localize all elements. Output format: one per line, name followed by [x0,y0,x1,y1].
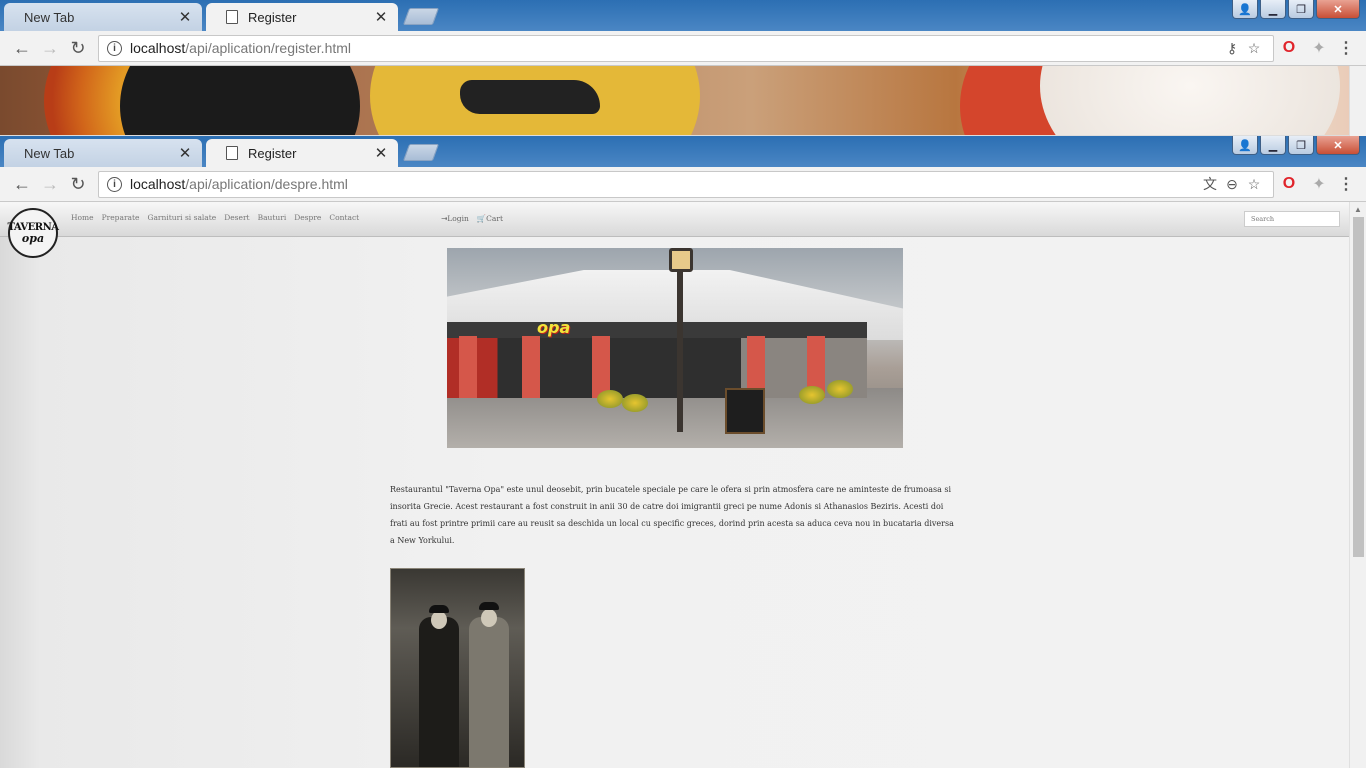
scroll-up-icon[interactable]: ▲ [1354,205,1362,214]
close-tab-icon[interactable]: ✕ [178,144,192,162]
tab-strip: New Tab ✕ Register ✕ 👤 ▁ ❐ ✕ [0,0,1366,31]
tab-title: Register [248,145,297,161]
tab-register[interactable]: Register ✕ [206,3,398,31]
browser-window-front: New Tab ✕ Register ✕ 👤 ▁ ❐ ✕ ← → ↻ i loc… [0,136,1366,768]
nav-links: Home Preparate Garnituri si salate Deser… [71,213,359,222]
close-tab-icon[interactable]: ✕ [374,144,388,162]
info-icon[interactable]: i [107,40,122,56]
star-icon[interactable]: ☆ [1243,176,1265,193]
cart-icon: 🛒 [476,214,487,223]
new-tab-button[interactable] [402,8,440,25]
info-icon[interactable]: i [107,176,122,192]
user-icon[interactable]: 👤 [1232,136,1258,155]
restaurant-hero-image: opa [447,248,903,448]
forward-arrow-icon[interactable]: → [36,174,64,195]
browser-toolbar: ← → ↻ i localhost/api/aplication/despre.… [0,167,1366,202]
restore-button[interactable]: ❐ [1288,0,1314,19]
close-tab-icon[interactable]: ✕ [178,8,192,26]
logo-text-taverna: TAVERNA [7,221,59,233]
login-link[interactable]: ⇥Login [441,214,469,223]
restore-button[interactable]: ❐ [1288,136,1314,155]
menu-icon[interactable]: ⋮ [1334,38,1358,58]
tab-strip: New Tab ✕ Register ✕ 👤 ▁ ❐ ✕ [0,136,1366,167]
url-host: localhost [130,176,186,192]
minimize-button[interactable]: ▁ [1260,0,1286,19]
site-navbar: Home Preparate Garnituri si salate Deser… [0,202,1349,237]
founders-photo [390,568,525,768]
chalkboard-sign [725,388,765,434]
close-window-button[interactable]: ✕ [1316,0,1360,19]
tab-title: Register [248,9,297,25]
tab-register[interactable]: Register ✕ [206,139,398,167]
nav-link-bauturi[interactable]: Bauturi [258,213,287,222]
address-bar[interactable]: i localhost/api/aplication/despre.html 文… [98,170,1274,198]
banner-image [0,66,1366,135]
star-icon[interactable]: ☆ [1243,40,1265,57]
tab-new-tab[interactable]: New Tab ✕ [4,139,202,167]
minimize-button[interactable]: ▁ [1260,136,1286,155]
nav-link-contact[interactable]: Contact [329,213,359,222]
browser-window-back: New Tab ✕ Register ✕ 👤 ▁ ❐ ✕ ← → ↻ i loc… [0,0,1366,136]
window-controls: 👤 ▁ ❐ ✕ [1232,136,1360,155]
new-tab-button[interactable] [402,144,440,161]
login-label: Login [447,214,469,223]
page-icon [226,10,238,24]
menu-icon[interactable]: ⋮ [1334,174,1358,194]
reload-icon[interactable]: ↻ [64,38,92,59]
url-path: /api/aplication/despre.html [185,176,348,192]
back-arrow-icon[interactable]: ← [8,174,36,195]
close-tab-icon[interactable]: ✕ [374,8,388,26]
nav-link-desert[interactable]: Desert [224,213,249,222]
zoom-icon[interactable]: ⊖ [1221,176,1243,193]
forward-arrow-icon[interactable]: → [36,38,64,59]
tab-title: New Tab [24,9,75,25]
tab-new-tab[interactable]: New Tab ✕ [4,3,202,31]
address-bar[interactable]: i localhost/api/aplication/register.html… [98,34,1274,62]
url-host: localhost [130,40,186,56]
extension-icon[interactable]: ✦ [1304,174,1334,194]
cart-link[interactable]: 🛒Cart [477,214,503,223]
opera-icon[interactable]: O [1274,175,1304,193]
user-icon[interactable]: 👤 [1232,0,1258,19]
back-arrow-icon[interactable]: ← [8,38,36,59]
nav-right: ⇥Login 🛒Cart [441,214,503,223]
scrollbar-thumb[interactable] [1353,217,1364,557]
close-window-button[interactable]: ✕ [1316,136,1360,155]
translate-icon[interactable]: 文 [1199,174,1221,194]
nav-link-preparate[interactable]: Preparate [102,213,140,222]
search-input[interactable] [1244,211,1340,227]
hero-sign: opa [537,318,571,337]
scrollbar[interactable]: ▲ [1349,202,1366,768]
browser-toolbar: ← → ↻ i localhost/api/aplication/registe… [0,31,1366,66]
extension-icon[interactable]: ✦ [1304,38,1334,58]
cart-label: Cart [486,214,503,223]
scrollbar[interactable] [1349,66,1366,136]
nav-link-despre[interactable]: Despre [294,213,321,222]
site-logo[interactable]: TAVERNA opa [7,208,59,258]
opera-icon[interactable]: O [1274,39,1304,57]
nav-link-home[interactable]: Home [71,213,94,222]
page-icon [226,146,238,160]
reload-icon[interactable]: ↻ [64,174,92,195]
logo-text-opa: opa [21,231,45,245]
tab-title: New Tab [24,145,75,161]
window-controls: 👤 ▁ ❐ ✕ [1232,0,1360,19]
about-paragraph: Restaurantul "Taverna Opa" este unul deo… [390,485,954,545]
url-path: /api/aplication/register.html [185,40,352,56]
nav-link-garnituri[interactable]: Garnituri si salate [147,213,216,222]
page-viewport: Home Preparate Garnituri si salate Deser… [0,202,1366,768]
key-icon[interactable]: ⚷ [1221,40,1243,57]
